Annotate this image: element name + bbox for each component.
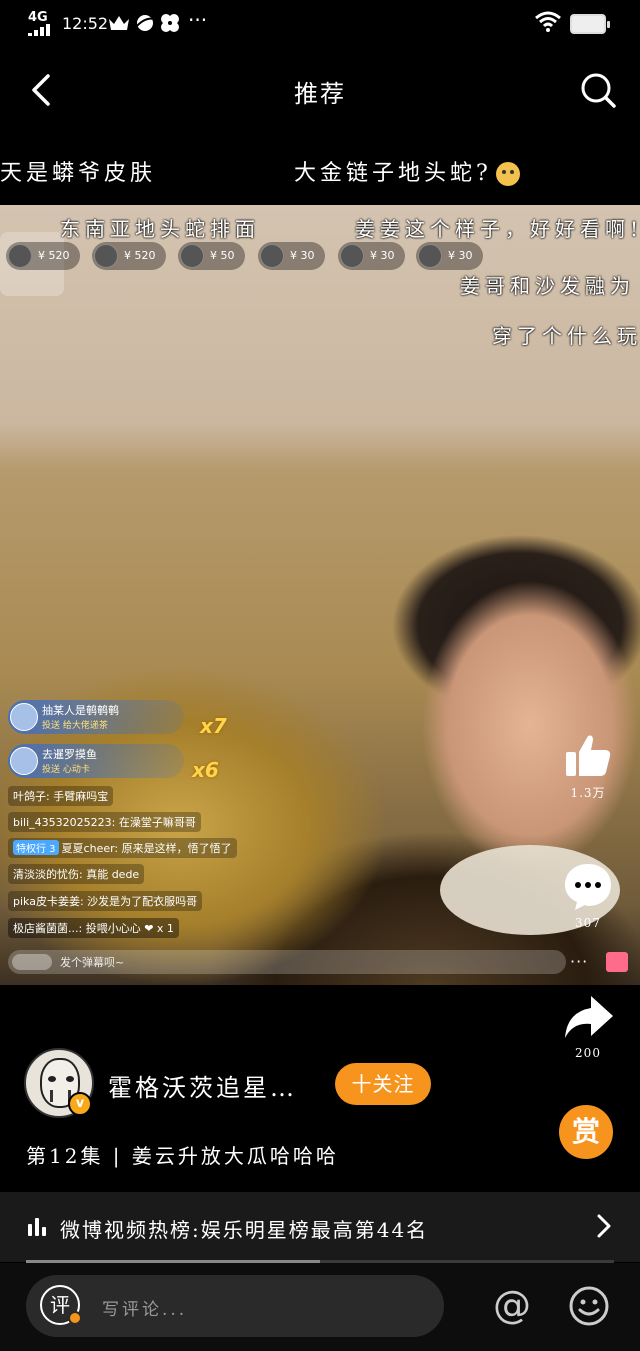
- avatar-eye: [48, 1076, 56, 1082]
- reward-button[interactable]: 赏: [559, 1105, 613, 1159]
- gift-rank-chip[interactable]: ¥ 50: [178, 242, 245, 270]
- avatar: [180, 244, 204, 268]
- comment-bubble-icon: [565, 864, 611, 910]
- avatar: [94, 244, 118, 268]
- gift-rank-chip[interactable]: ¥ 30: [258, 242, 325, 270]
- uploader-name[interactable]: 霍格沃茨追星…: [108, 1068, 297, 1103]
- gift-rank-value: ¥ 50: [210, 249, 235, 262]
- comment-placeholder: 写评论...: [102, 1300, 188, 1320]
- gift-rank-value: ¥ 520: [38, 249, 70, 262]
- gift-box-icon[interactable]: [606, 952, 628, 972]
- search-button[interactable]: [578, 68, 618, 112]
- share-count: 200: [575, 1046, 601, 1060]
- video-title: 第12集 | 姜云升放大瓜哈哈哈: [26, 1144, 339, 1168]
- chat-message-text: 夏夏cheer: 原来是这样，悟了悟了: [61, 842, 232, 855]
- comment-count: 307: [575, 916, 601, 930]
- network-type: 4G: [28, 10, 48, 25]
- at-mention-button[interactable]: @: [490, 1283, 534, 1327]
- doge-emoji-icon: [495, 162, 520, 186]
- comment-input[interactable]: 评 写评论...: [26, 1275, 444, 1337]
- danmaku-toggle[interactable]: [12, 954, 52, 970]
- avatar: [418, 244, 442, 268]
- pinwheel-icon: [161, 14, 179, 32]
- status-bar: 4G 12:52 ···: [0, 0, 640, 48]
- gift-notice-gift: 投送 心动卡: [42, 765, 90, 775]
- avatar-eye: [66, 1076, 74, 1082]
- gift-rank-value: ¥ 30: [448, 249, 473, 262]
- gift-rank-chip[interactable]: ¥ 30: [338, 242, 405, 270]
- gift-rank-chip[interactable]: ¥ 520: [6, 242, 80, 270]
- page-title: 推荐: [294, 80, 346, 108]
- avatar: [10, 747, 38, 775]
- danmaku-top-2: 大金链子地头蛇?: [294, 155, 520, 187]
- gift-notice-name: 去暹罗摸鱼: [42, 748, 97, 761]
- share-arrow-icon: [565, 996, 613, 1038]
- gift-combo: x7: [200, 714, 227, 738]
- gift-notice: 抽某人是鹌鹌鹌 投送 给大佬递茶: [8, 700, 184, 734]
- chat-message: 叶鸽子: 手臂麻吗宝: [8, 786, 114, 806]
- comment-icon-dot: [68, 1311, 82, 1325]
- avatar: [340, 244, 364, 268]
- gift-rank-value: ¥ 520: [124, 249, 156, 262]
- gift-rank-value: ¥ 30: [290, 249, 315, 262]
- gift-rank-value: ¥ 30: [370, 249, 395, 262]
- danmaku-input-placeholder: 发个弹幕呗~: [60, 956, 125, 969]
- chat-message: bili_43532025223: 在澡堂子嘛哥哥: [8, 812, 201, 832]
- gift-notice-name: 抽某人是鹌鹌鹌: [42, 704, 119, 717]
- comment-button[interactable]: 307: [556, 860, 620, 930]
- video-danmaku-3: 姜哥和沙发融为: [460, 274, 635, 298]
- gift-rank-chip[interactable]: ¥ 520: [92, 242, 166, 270]
- emoji-button[interactable]: [568, 1285, 610, 1327]
- danmaku-input[interactable]: 发个弹幕呗~: [8, 950, 566, 974]
- avatar: [8, 244, 32, 268]
- gift-notice: 去暹罗摸鱼 投送 心动卡: [8, 744, 184, 778]
- chat-message: 极店酱菌菌...: 投喂小心心 ❤ x 1: [8, 918, 179, 938]
- follow-button[interactable]: 十关注: [335, 1063, 431, 1105]
- video-danmaku-1: 东南亚地头蛇排面: [60, 217, 260, 241]
- signal-icon: [28, 24, 54, 36]
- chevron-right-icon: [597, 1214, 611, 1238]
- clock: 12:52: [62, 14, 109, 33]
- planet-icon: [135, 15, 155, 31]
- top-nav: 推荐: [0, 48, 640, 136]
- bar-chart-icon: [28, 1218, 50, 1236]
- thumbs-up-icon: [566, 735, 611, 776]
- hot-rank-text: 微博视频热榜:娱乐明星榜最高第44名: [60, 1218, 429, 1242]
- battery-icon: [570, 14, 610, 34]
- danmaku-top-2-text: 大金链子地头蛇?: [294, 161, 492, 186]
- chat-message: 特权行 3 夏夏cheer: 原来是这样，悟了悟了: [8, 838, 237, 858]
- wifi-icon: [535, 11, 561, 32]
- comment-bar: 评 写评论... @: [0, 1263, 640, 1351]
- hot-rank-banner[interactable]: 微博视频热榜:娱乐明星榜最高第44名: [0, 1192, 640, 1262]
- more-dots-icon: ···: [188, 8, 208, 32]
- crown-icon: [109, 16, 129, 30]
- like-count: 1.3万: [570, 786, 606, 800]
- gift-rank-chip[interactable]: ¥ 30: [416, 242, 483, 270]
- share-button[interactable]: 200: [556, 992, 620, 1060]
- gift-notice-gift: 投送 给大佬递茶: [42, 721, 108, 731]
- avatar-mark: [50, 1090, 53, 1102]
- chat-message: 清淡淡的忧伤: 真能 dede: [8, 864, 145, 884]
- comment-pen-icon: 评: [40, 1285, 82, 1325]
- avatar: [260, 244, 284, 268]
- gift-combo: x6: [192, 758, 219, 782]
- more-options-icon[interactable]: ···: [570, 952, 588, 971]
- video-danmaku-4: 穿了个什么玩: [492, 324, 640, 348]
- chat-message: pika皮卡姜姜: 沙发是为了配衣服吗哥: [8, 891, 203, 911]
- video-danmaku-2: 姜姜这个样子，好好看啊!: [355, 217, 640, 241]
- avatar: [10, 703, 38, 731]
- comment-icon-label: 评: [50, 1293, 70, 1317]
- privilege-badge: 特权行 3: [13, 840, 59, 855]
- verified-badge: v: [68, 1092, 92, 1116]
- like-button[interactable]: 1.3万: [556, 730, 620, 801]
- danmaku-top-1: 天是蟒爷皮肤: [0, 161, 157, 186]
